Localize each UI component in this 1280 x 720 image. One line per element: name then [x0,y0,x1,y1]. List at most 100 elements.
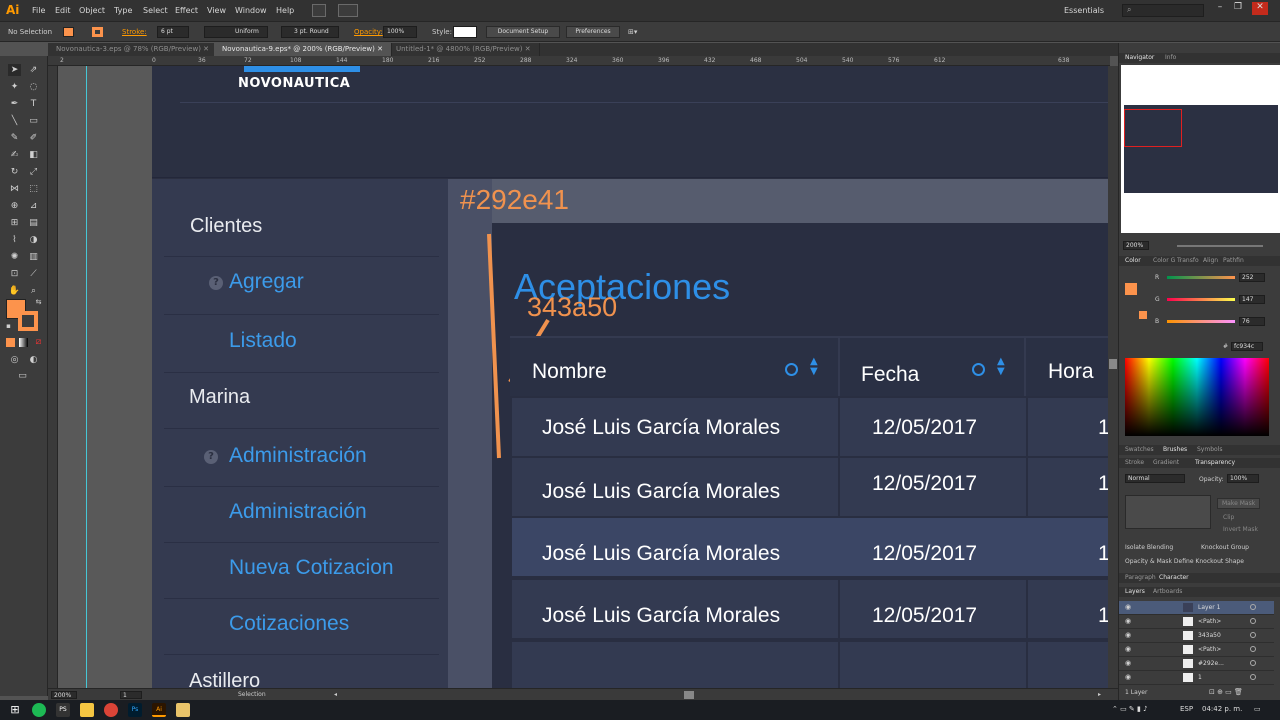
target-icon[interactable] [1250,604,1256,610]
isolate-blending-checkbox[interactable]: Isolate Blending [1125,544,1173,551]
menu-file[interactable]: File [32,6,45,15]
scale-tool-icon[interactable]: ⤢ [27,166,40,178]
brush-select[interactable]: 3 pt. Round [281,26,339,38]
sort-circle-icon[interactable] [972,363,985,376]
red-slider[interactable] [1167,276,1235,279]
tab-brushes[interactable]: Brushes [1163,446,1187,453]
tab-artboards[interactable]: Artboards [1153,588,1182,595]
column-header-fecha[interactable]: Fecha ▲ ▼ [840,336,1026,396]
explorer-icon[interactable] [80,703,94,717]
menu-help[interactable]: Help [276,6,294,15]
artboard[interactable]: NOVONAUTICA Clientes ? Agregar Listado M… [152,66,1108,688]
arrange-documents-icon[interactable] [338,4,358,17]
photoshop-icon[interactable]: Ps [128,703,142,717]
tab-character[interactable]: Character [1159,574,1189,581]
panel-stroke-swatch[interactable] [1139,311,1147,319]
sort-arrows-icon[interactable]: ▲ ▼ [997,357,1005,377]
start-icon[interactable]: ⊞ [8,703,22,717]
opacity-mask-checkbox[interactable]: Opacity & Mask Define Knockout Shape [1125,558,1244,565]
tab-symbols[interactable]: Symbols [1197,446,1222,453]
blob-brush-icon[interactable]: ✍ [8,149,21,161]
line-tool-icon[interactable]: ╲ [8,115,21,127]
chrome-icon[interactable] [104,703,118,717]
table-row[interactable]: José Luis García Morales 12/05/2017 1 [512,398,1108,456]
tab-stroke[interactable]: Stroke [1125,459,1144,466]
eyedropper-icon[interactable]: ⌇ [8,234,21,246]
slice-tool-icon[interactable]: ⟋ [27,268,40,280]
tab-info[interactable]: Info [1165,54,1176,61]
opacity-label[interactable]: Opacity: [354,28,383,36]
tab-paragraph[interactable]: Paragraph [1125,574,1156,581]
table-row[interactable]: José Luis García Morales 12/05/2017 1 [512,458,1108,516]
free-transform-icon[interactable]: ⬚ [27,183,40,195]
menu-effect[interactable]: Effect [175,6,198,15]
column-header-hora[interactable]: Hora [1026,336,1108,396]
perspective-icon[interactable]: ⊿ [27,200,40,212]
blue-value-field[interactable]: 76 [1239,317,1265,326]
swap-colors-icon[interactable]: ⇆ [32,296,45,308]
tab-transparency[interactable]: Transparency [1195,459,1235,466]
target-icon[interactable] [1250,618,1256,624]
color-spectrum[interactable] [1125,358,1269,436]
language-indicator[interactable]: ESP [1180,705,1193,713]
stroke-weight-field[interactable]: 6 pt [157,26,189,38]
tab-doc-1[interactable]: Novonautica-3.eps @ 78% (RGB/Preview) ✕ [48,43,219,56]
eye-icon[interactable]: ◉ [1125,659,1131,667]
rotate-tool-icon[interactable]: ↻ [8,166,21,178]
canvas[interactable]: NOVONAUTICA Clientes ? Agregar Listado M… [58,66,1108,688]
variable-width-select[interactable]: Uniform [204,26,268,38]
mesh-tool-icon[interactable]: ⊞ [8,217,21,229]
menu-type[interactable]: Type [114,6,132,15]
scroll-thumb[interactable] [1109,359,1117,369]
zoom-field[interactable]: 200% [51,691,77,699]
tab-doc-2[interactable]: Novonautica-9.eps* @ 200% (RGB/Preview) … [214,43,392,56]
restore-icon[interactable]: ❐ [1230,2,1246,15]
menu-view[interactable]: View [207,6,226,15]
artboard-tool-icon[interactable]: ⊡ [8,268,21,280]
blend-mode-select[interactable]: Normal [1125,474,1185,483]
tab-doc-3[interactable]: Untitled-1* @ 4800% (RGB/Preview) ✕ [388,43,540,56]
tray-icons[interactable]: ⌃ ▭ ✎ ▮ ♪ [1112,705,1148,713]
sort-circle-icon[interactable] [785,363,798,376]
artboard-number-field[interactable]: 1 [120,691,142,699]
hand-tool-icon[interactable]: ✋ [8,285,21,297]
arrange-icon[interactable]: ⊞▾ [628,28,637,36]
layer-row[interactable]: ◉ Layer 1 [1119,601,1274,615]
target-icon[interactable] [1250,632,1256,638]
tab-swatches[interactable]: Swatches [1125,446,1154,453]
horizontal-ruler[interactable]: 2 0 36 72 108 144 180 216 252 288 324 36… [48,56,1110,66]
scroll-right-icon[interactable]: ▸ [1098,691,1101,698]
target-icon[interactable] [1250,646,1256,652]
table-row[interactable]: José Luis García Morales 12/05/2017 1 [512,580,1108,638]
lasso-icon[interactable]: ◌ [27,81,40,93]
menu-edit[interactable]: Edit [55,6,71,15]
gradient-tool-icon[interactable]: ▤ [27,217,40,229]
column-header-nombre[interactable]: Nombre ▲ ▼ [510,336,840,396]
close-icon[interactable]: ✕ [1252,2,1268,15]
green-value-field[interactable]: 147 [1239,295,1265,304]
navigator-preview[interactable] [1121,65,1280,233]
eye-icon[interactable]: ◉ [1125,617,1131,625]
none-mode-icon[interactable]: ⧄ [32,336,45,348]
tab-color[interactable]: Color [1125,257,1141,264]
type-tool-icon[interactable]: T [27,98,40,110]
draw-behind-icon[interactable]: ◐ [27,354,40,366]
navigator-viewbox[interactable] [1124,109,1182,147]
panel-opacity-field[interactable]: 100% [1227,474,1259,483]
clock[interactable]: 04:42 p. m. [1202,705,1242,713]
symbol-sprayer-icon[interactable]: ✺ [8,251,21,263]
layer-row[interactable]: ◉ #292e... [1119,657,1274,671]
layer-row[interactable]: ◉ <Path> [1119,615,1274,629]
table-row[interactable] [512,642,1108,688]
pencil-tool-icon[interactable]: ✐ [27,132,40,144]
hex-field[interactable]: fc934c [1231,342,1263,351]
draw-mode-icon[interactable]: ◎ [8,354,21,366]
search-input[interactable]: ⌕ [1122,4,1204,17]
eye-icon[interactable]: ◉ [1125,645,1131,653]
navigator-zoom-slider[interactable] [1177,245,1263,247]
document-setup-button[interactable]: Document Setup [486,26,560,38]
width-tool-icon[interactable]: ⋈ [8,183,21,195]
make-mask-button[interactable]: Make Mask [1217,498,1261,509]
eye-icon[interactable]: ◉ [1125,673,1131,681]
scroll-left-icon[interactable]: ◂ [334,691,337,698]
